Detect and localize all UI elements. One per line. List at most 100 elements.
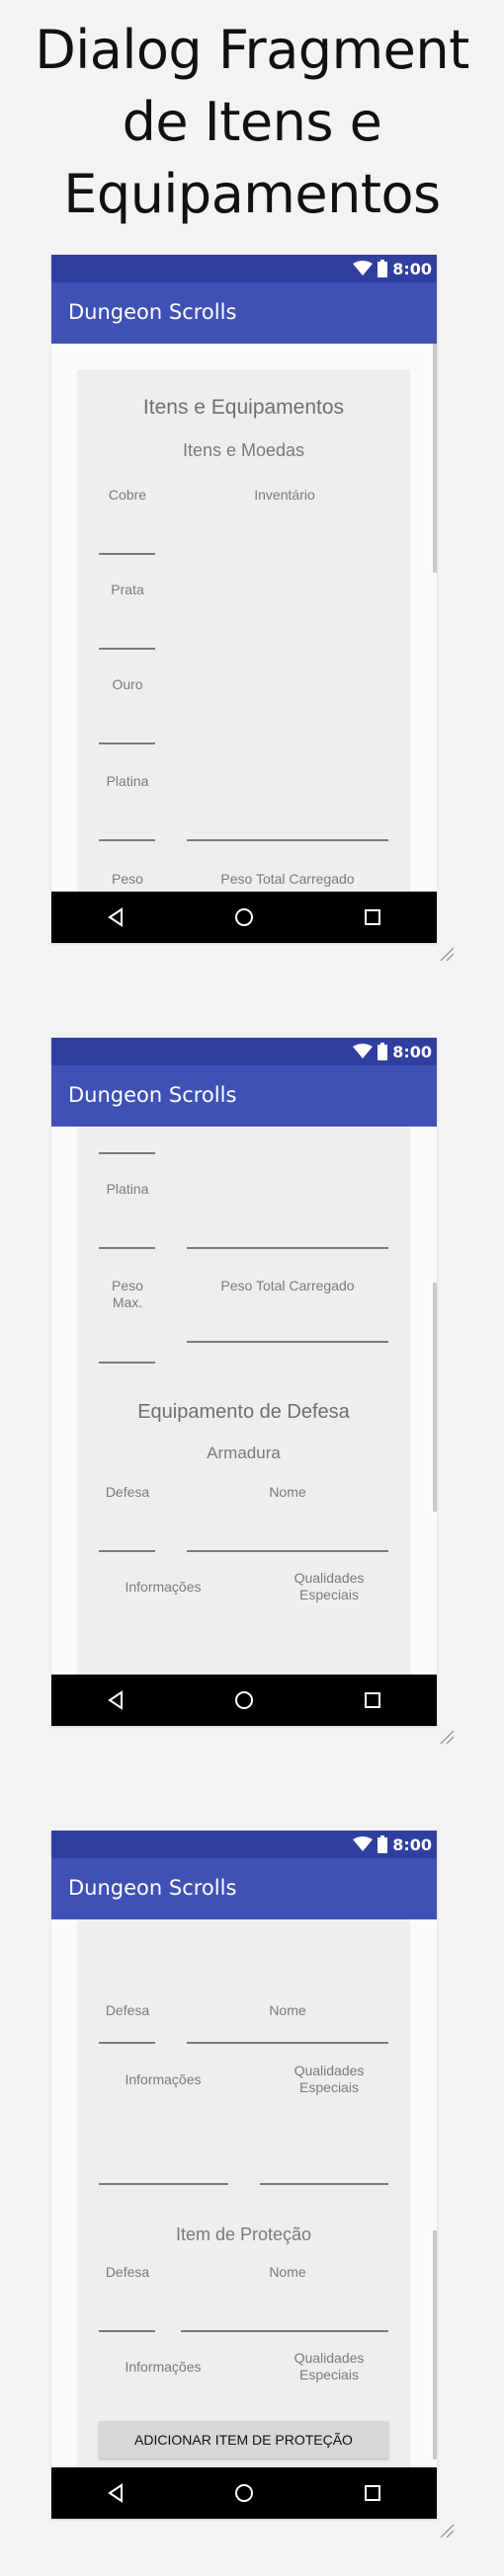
back-button[interactable] [86,2467,145,2519]
scrollbar[interactable] [433,2230,437,2459]
page-title: Dialog Fragment de Itens e Equipamentos [0,14,504,230]
label-peso-total: Peso Total Carregado [220,871,355,887]
peso-total-input[interactable] [187,1341,388,1343]
informacoes-armadura-input[interactable] [99,2183,228,2185]
page-title-line-1: Dialog Fragment [35,19,469,81]
dialog-content[interactable]: Defesa Nome Informações Qualidades Espec… [51,1919,437,2467]
page-title-line-2: de Itens e [122,91,382,153]
back-button[interactable] [86,1675,145,1726]
prata-input[interactable] [99,648,155,650]
defesa-protecao-input[interactable] [99,2330,155,2332]
back-button[interactable] [86,892,145,943]
home-icon [235,1691,253,1709]
recents-button[interactable] [343,892,402,943]
dialog-content[interactable]: Itens e Equipamentos Itens e Moedas Cobr… [51,344,437,892]
recents-button[interactable] [343,2467,402,2519]
label-platina: Platina [106,1181,149,1197]
phone-screen-2: 8:00 Dungeon Scrolls Platina Peso Max. P… [51,1038,437,1726]
app-bar: Dungeon Scrolls [51,282,437,344]
resize-grip-icon [440,1730,455,1745]
label-informacoes-protecao: Informações [125,2359,202,2375]
wifi-icon [353,1836,374,1851]
status-bar: 8:00 [51,255,437,282]
section-title-itens-moedas: Itens e Moedas [182,440,305,460]
platina-input[interactable] [99,839,155,841]
cobre-input[interactable] [99,553,155,555]
label-prata: Prata [111,582,144,597]
wifi-icon [353,1044,374,1058]
subsection-title-armadura: Armadura [207,1444,281,1462]
battery-icon [378,1043,388,1060]
page-title-line-3: Equipamentos [63,163,441,225]
platina-input[interactable] [99,1247,155,1249]
ouro-input[interactable] [99,1152,155,1154]
peso-max-input[interactable] [99,1362,155,1364]
wifi-icon [353,261,374,275]
label-defesa-protecao: Defesa [105,2264,150,2280]
recents-icon [365,1692,380,1708]
dialog-card: Defesa Nome Informações Qualidades Espec… [77,1919,410,2467]
qualidades-armadura-input[interactable] [260,2183,388,2185]
resize-grip-icon [440,2524,455,2538]
navigation-bar [51,892,437,943]
home-button[interactable] [214,2467,274,2519]
app-title: Dungeon Scrolls [68,300,237,324]
scrollbar[interactable] [433,344,437,573]
label-peso-max: Peso Max. [112,1278,143,1310]
nome-armadura-input[interactable] [187,2042,388,2044]
label-platina: Platina [106,773,149,789]
home-button[interactable] [214,1675,274,1726]
defesa-input[interactable] [99,1550,155,1552]
back-icon [108,1690,123,1710]
status-time: 8:00 [392,1834,432,1854]
navigation-bar [51,2467,437,2519]
app-bar: Dungeon Scrolls [51,1065,437,1127]
phone-screen-3: Defesa Nome Informações Qualidades Espec… [51,1831,437,2519]
app-title: Dungeon Scrolls [68,1083,237,1107]
label-ouro: Ouro [112,676,143,692]
dialog-card: Itens e Equipamentos Itens e Moedas Cobr… [77,369,410,892]
phone-screen-1: 8:00 Dungeon Scrolls Itens e Equipamento… [51,255,437,943]
recents-icon [365,2485,380,2501]
status-bar: 8:00 [51,1038,437,1065]
dialog-card: Platina Peso Max. Peso Total Carregado E… [77,1127,410,1675]
ouro-input[interactable] [99,742,155,744]
section-title-item-protecao: Item de Proteção [175,2225,312,2244]
label-qualidades-armadura: Qualidades Especiais [294,2063,365,2095]
section-title-equipamento-defesa: Equipamento de Defesa [137,1401,350,1423]
status-time: 8:00 [392,1042,432,1061]
recents-button[interactable] [343,1675,402,1726]
label-defesa: Defesa [105,1484,150,1500]
app-title: Dungeon Scrolls [68,1876,237,1900]
resize-grip-icon [440,947,455,962]
label-nome-protecao: Nome [269,2264,306,2280]
nome-protecao-input[interactable] [181,2330,388,2332]
status-bar: 8:00 [51,1831,437,1858]
label-defesa-armadura: Defesa [105,2002,150,2018]
label-informacoes-armadura: Informações [125,2071,202,2087]
label-inventario: Inventário [254,487,315,503]
home-icon [235,2484,253,2502]
recents-icon [365,909,380,925]
scrollbar[interactable] [433,1283,437,1512]
label-informacoes: Informações [125,1579,202,1595]
label-peso: Peso [112,871,143,887]
label-qualidades-especiais: Qualidades Especiais [294,1570,365,1602]
nome-input[interactable] [187,1550,388,1552]
battery-icon [378,1835,388,1853]
dialog-content[interactable]: Platina Peso Max. Peso Total Carregado E… [51,1127,437,1675]
inventario-input[interactable] [187,1247,388,1249]
home-button[interactable] [214,892,274,943]
label-qualidades-protecao: Qualidades Especiais [294,2350,365,2382]
label-nome-armadura: Nome [269,2002,306,2018]
battery-icon [378,260,388,277]
dialog-title: Itens e Equipamentos [142,396,345,419]
home-icon [235,908,253,926]
add-protection-item-button[interactable]: ADICIONAR ITEM DE PROTEÇÃO [99,2421,388,2459]
label-cobre: Cobre [108,487,147,503]
back-icon [108,907,123,927]
defesa-armadura-input[interactable] [99,2042,155,2044]
inventario-input[interactable] [187,839,388,841]
navigation-bar [51,1675,437,1726]
status-time: 8:00 [392,259,432,278]
